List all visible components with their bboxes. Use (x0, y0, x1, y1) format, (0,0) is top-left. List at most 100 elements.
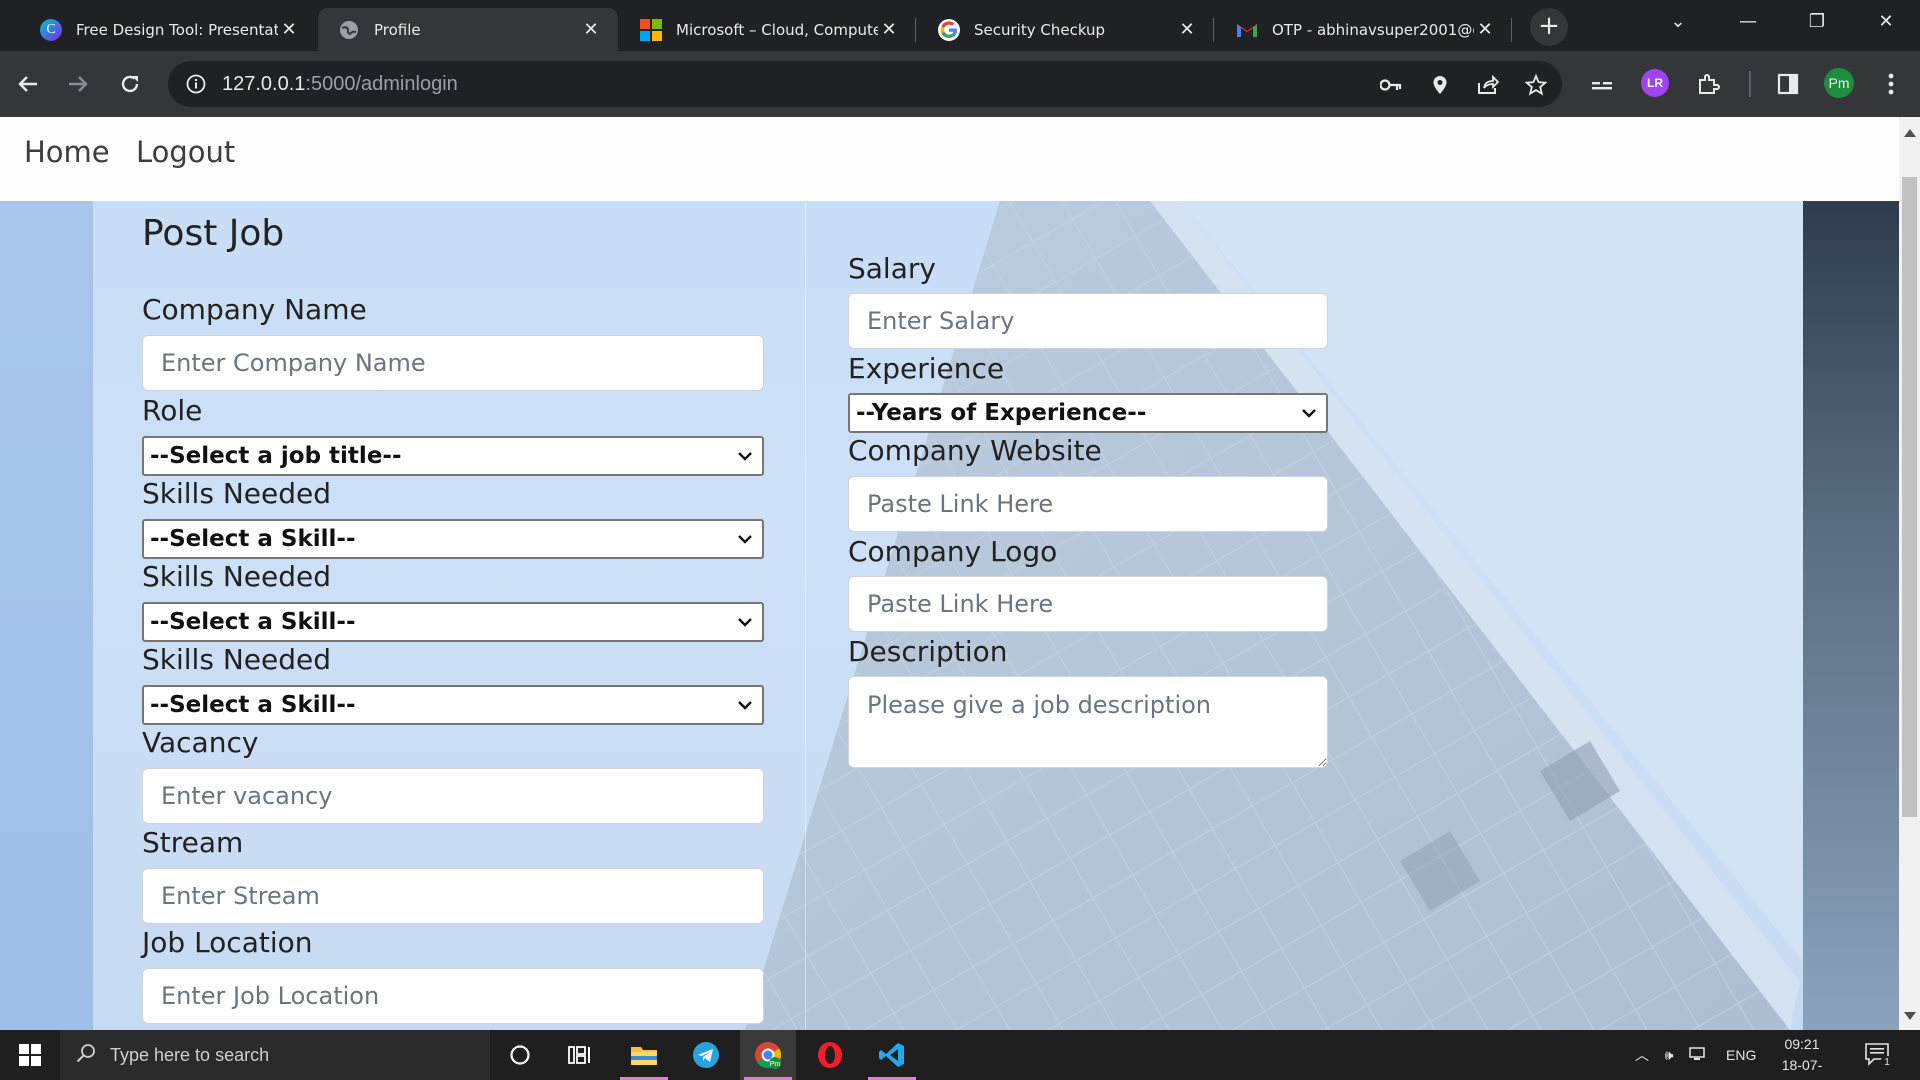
url-path: :5000/adminlogin (305, 72, 458, 95)
browser-toolbar: 127.0.0.1:5000/adminlogin (0, 51, 1920, 117)
volume-icon[interactable]: 🕪 (1654, 1047, 1684, 1064)
experience-label: Experience (848, 352, 1005, 385)
stream-input[interactable] (142, 868, 764, 924)
scroll-up-arrow-icon[interactable] (1904, 129, 1916, 137)
vacancy-input[interactable] (142, 768, 764, 824)
tab-title: Microsoft – Cloud, Computer (676, 20, 878, 39)
site-info-icon[interactable] (184, 72, 208, 96)
company-name-input[interactable] (142, 335, 764, 391)
share-icon[interactable] (1475, 72, 1501, 98)
tab-title: Security Checkup (974, 20, 1106, 39)
close-window-icon[interactable]: ✕ (1866, 4, 1906, 40)
taskbar-search-box[interactable]: Type here to search (60, 1030, 490, 1080)
job-location-label: Job Location (142, 926, 313, 959)
forward-icon[interactable] (58, 64, 98, 104)
cortana-icon[interactable] (492, 1030, 548, 1080)
back-icon[interactable] (8, 64, 48, 104)
notifications-icon[interactable]: 1 (1864, 1042, 1904, 1070)
location-icon[interactable] (1427, 72, 1453, 98)
job-location-input[interactable] (142, 968, 764, 1024)
windows-start-icon[interactable] (0, 1030, 60, 1080)
company-logo-input[interactable] (848, 576, 1328, 632)
vacancy-label: Vacancy (142, 726, 259, 759)
skill-select-value: --Select a Skill-- (150, 526, 356, 552)
task-view-icon[interactable] (552, 1030, 608, 1080)
tab-profile[interactable]: Profile ✕ (318, 8, 618, 51)
role-select[interactable]: --Select a job title-- (142, 436, 764, 476)
side-panel-icon[interactable] (1768, 64, 1808, 104)
toolbar-divider (1749, 71, 1751, 97)
restore-icon[interactable]: ❐ (1797, 4, 1837, 40)
windows-taskbar: Type here to search Pm ︿ 🕪 ENG 09:21 18-… (0, 1030, 1920, 1080)
page-scrollbar[interactable] (1899, 117, 1920, 1030)
nav-logout-link[interactable]: Logout (136, 135, 235, 169)
close-tab-icon[interactable]: ✕ (878, 19, 900, 40)
search-icon (76, 1043, 96, 1068)
clock-date: 18-07-2023 (1781, 1057, 1823, 1080)
language-indicator[interactable]: ENG (1726, 1047, 1756, 1063)
minimize-icon[interactable]: — (1728, 4, 1768, 40)
scroll-down-arrow-icon[interactable] (1904, 1012, 1916, 1020)
profile-avatar[interactable]: Pm (1824, 68, 1854, 98)
salary-input[interactable] (848, 293, 1328, 349)
skill-select-value: --Select a Skill-- (150, 609, 356, 635)
gmail-icon (1236, 19, 1258, 41)
bookmark-star-icon[interactable] (1523, 72, 1549, 98)
file-explorer-icon[interactable] (616, 1030, 672, 1080)
page-title: Post Job (142, 213, 285, 254)
tab-strip: C Free Design Tool: Presentatio ✕ Profil… (0, 0, 1920, 51)
stream-label: Stream (142, 826, 244, 859)
notification-count-badge: 1 (1880, 1056, 1894, 1070)
skill-select-2[interactable]: --Select a Skill-- (142, 602, 764, 642)
role-label: Role (142, 394, 203, 427)
tab-search-icon[interactable]: ⌄ (1658, 4, 1698, 40)
vscode-icon[interactable] (864, 1030, 920, 1080)
address-bar[interactable]: 127.0.0.1:5000/adminlogin (168, 61, 1562, 107)
experience-select-value: --Years of Experience-- (856, 400, 1147, 426)
reading-list-icon[interactable] (1582, 64, 1622, 104)
description-textarea[interactable] (848, 676, 1328, 768)
skill-select-3[interactable]: --Select a Skill-- (142, 685, 764, 725)
close-tab-icon[interactable]: ✕ (1176, 19, 1198, 40)
key-icon[interactable] (1378, 72, 1404, 98)
company-website-input[interactable] (848, 476, 1328, 532)
tab-security-checkup[interactable]: Security Checkup ✕ (918, 8, 1214, 51)
tab-microsoft[interactable]: Microsoft – Cloud, Computer ✕ (620, 8, 916, 51)
network-icon[interactable] (1684, 1046, 1712, 1064)
reload-icon[interactable] (110, 64, 150, 104)
clock-time: 09:21 (1784, 1036, 1820, 1052)
taskbar-search-placeholder: Type here to search (110, 1044, 270, 1065)
google-icon (938, 18, 960, 41)
skills-label-2: Skills Needed (142, 560, 331, 593)
new-tab-button[interactable]: + (1530, 8, 1568, 46)
chevron-down-icon (1302, 409, 1316, 418)
description-label: Description (848, 635, 1008, 668)
svg-text:Pm: Pm (770, 1061, 781, 1068)
skill-select-1[interactable]: --Select a Skill-- (142, 519, 764, 559)
close-tab-icon[interactable]: ✕ (580, 19, 602, 40)
menu-kebab-icon[interactable] (1871, 64, 1911, 104)
taskbar-clock[interactable]: 09:21 18-07-2023 (1768, 1034, 1836, 1080)
tab-title: OTP - abhinavsuper2001@gr (1272, 20, 1474, 39)
extension-avatar[interactable]: LR (1641, 69, 1669, 97)
scrollbar-thumb[interactable] (1902, 177, 1917, 817)
chevron-down-icon (738, 535, 752, 544)
company-website-label: Company Website (848, 434, 1102, 467)
close-tab-icon[interactable]: ✕ (1474, 19, 1496, 40)
chevron-down-icon (738, 452, 752, 461)
skills-label-1: Skills Needed (142, 477, 331, 510)
tab-gmail[interactable]: OTP - abhinavsuper2001@gr ✕ (1216, 8, 1512, 51)
extensions-puzzle-icon[interactable] (1688, 64, 1728, 104)
close-tab-icon[interactable]: ✕ (278, 19, 300, 40)
globe-icon (338, 19, 360, 41)
telegram-icon[interactable] (678, 1030, 734, 1080)
opera-icon[interactable] (802, 1030, 858, 1080)
nav-home-link[interactable]: Home (24, 135, 110, 169)
experience-select[interactable]: --Years of Experience-- (848, 393, 1328, 433)
tab-separator (1511, 18, 1512, 42)
top-navbar: Home Logout (0, 117, 1899, 201)
chrome-taskbar-icon[interactable]: Pm (740, 1030, 796, 1080)
microsoft-icon (640, 18, 662, 41)
show-hidden-icons-chevron-icon[interactable]: ︿ (1630, 1045, 1654, 1065)
tab-canva[interactable]: C Free Design Tool: Presentatio ✕ (20, 8, 316, 51)
